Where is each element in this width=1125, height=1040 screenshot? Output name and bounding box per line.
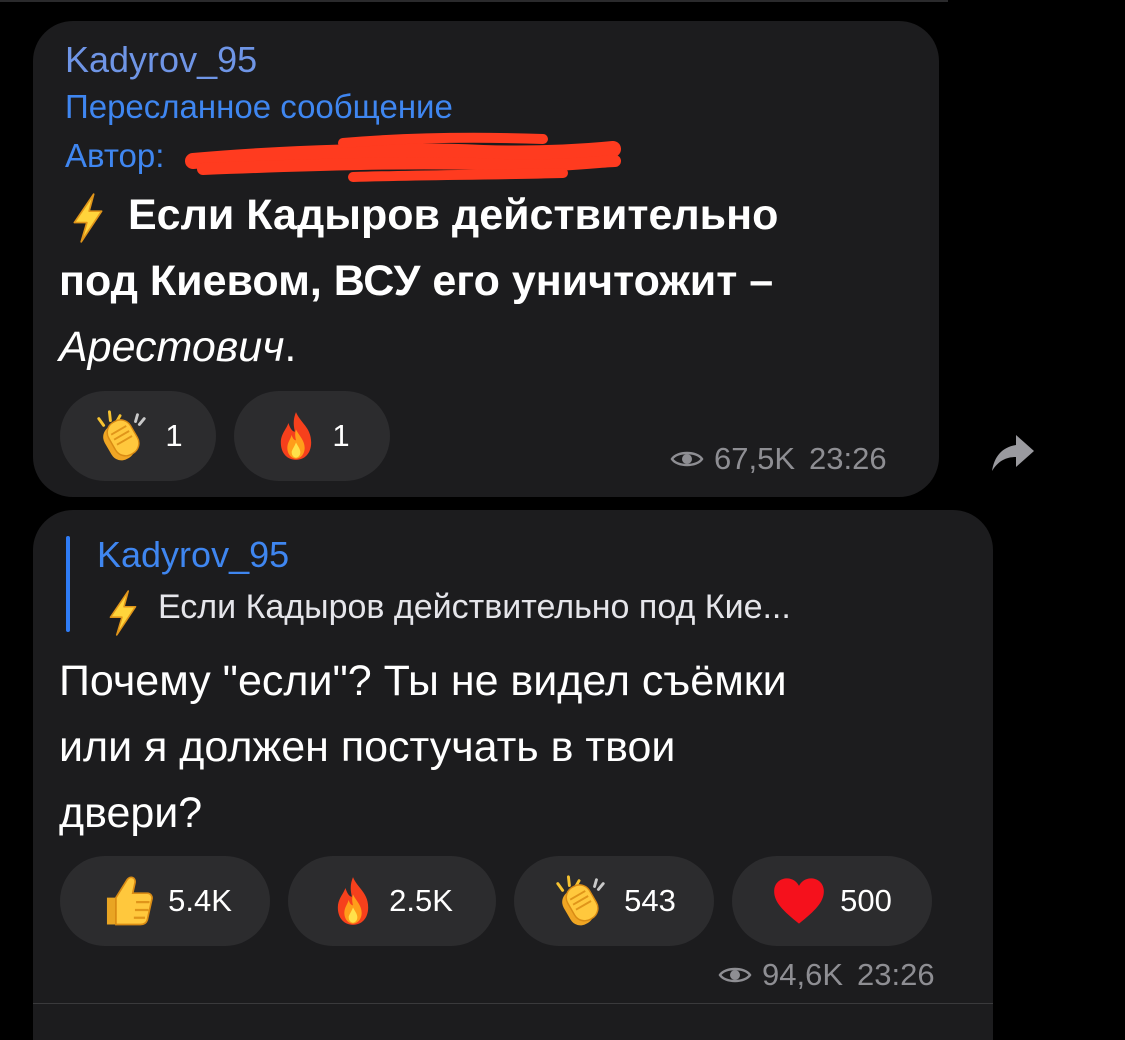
sender-name[interactable]: Kadyrov_95: [65, 39, 257, 81]
message-meta: 94,6K 23:26: [718, 957, 935, 993]
forwarded-message-bubble[interactable]: Kadyrov_95 Пересланное сообщение Автор: …: [33, 21, 939, 497]
message-text-line-1: Почему "если"? Ты не видел съёмки: [59, 657, 787, 705]
message-meta: 67,5K 23:26: [670, 441, 887, 477]
clapping-hands-icon: [93, 408, 151, 464]
reaction-count: 1: [332, 418, 350, 453]
share-arrow-icon[interactable]: [990, 433, 1036, 475]
reaction-thumbs-up[interactable]: 5.4K: [60, 856, 270, 946]
redaction-scribble: [185, 132, 621, 182]
forwarded-label: Пересланное сообщение: [65, 88, 453, 125]
lightning-icon: [65, 193, 111, 243]
timestamp: 23:26: [857, 957, 935, 992]
author-label: Автор:: [65, 137, 165, 174]
message-text-line-2: или я должен постучать в твои: [59, 723, 676, 771]
message-text-line-3: двери?: [59, 789, 203, 837]
sentence-end: .: [284, 323, 297, 371]
reply-quote-bar: [66, 536, 70, 632]
lightning-icon: [105, 590, 141, 636]
reaction-count: 500: [840, 883, 892, 918]
fire-icon: [274, 410, 318, 462]
reply-message-bubble[interactable]: Kadyrov_95 Если Кадыров действительно по…: [33, 510, 993, 1040]
reaction-count: 5.4K: [168, 883, 232, 918]
reaction-clap[interactable]: 543: [514, 856, 714, 946]
view-count: 94,6K: [762, 957, 844, 992]
heart-icon: [772, 876, 826, 926]
timestamp: 23:26: [809, 441, 887, 476]
view-count: 67,5K: [714, 441, 796, 476]
bottom-separator: [33, 1003, 993, 1004]
eye-icon: [718, 964, 752, 986]
message-text-line-2: под Киевом, ВСУ его уничтожит –: [59, 257, 774, 305]
thumbs-up-icon: [98, 873, 154, 929]
reaction-fire[interactable]: 1: [234, 391, 390, 481]
message-text-line-3: Арестович.: [59, 314, 296, 380]
message-text-line-1: Если Кадыров действительно: [128, 191, 779, 239]
reaction-clap[interactable]: 1: [60, 391, 216, 481]
quoted-author: Арестович: [59, 323, 285, 371]
reaction-count: 1: [165, 418, 183, 453]
fire-icon: [331, 875, 375, 927]
reaction-fire[interactable]: 2.5K: [288, 856, 496, 946]
reply-sender-name[interactable]: Kadyrov_95: [97, 534, 289, 576]
reaction-heart[interactable]: 500: [732, 856, 932, 946]
reply-preview-text[interactable]: Если Кадыров действительно под Кие...: [158, 588, 791, 627]
clapping-hands-icon: [552, 873, 610, 929]
reaction-count: 2.5K: [389, 883, 453, 918]
top-separator: [0, 0, 948, 2]
eye-icon: [670, 448, 704, 470]
reaction-count: 543: [624, 883, 676, 918]
